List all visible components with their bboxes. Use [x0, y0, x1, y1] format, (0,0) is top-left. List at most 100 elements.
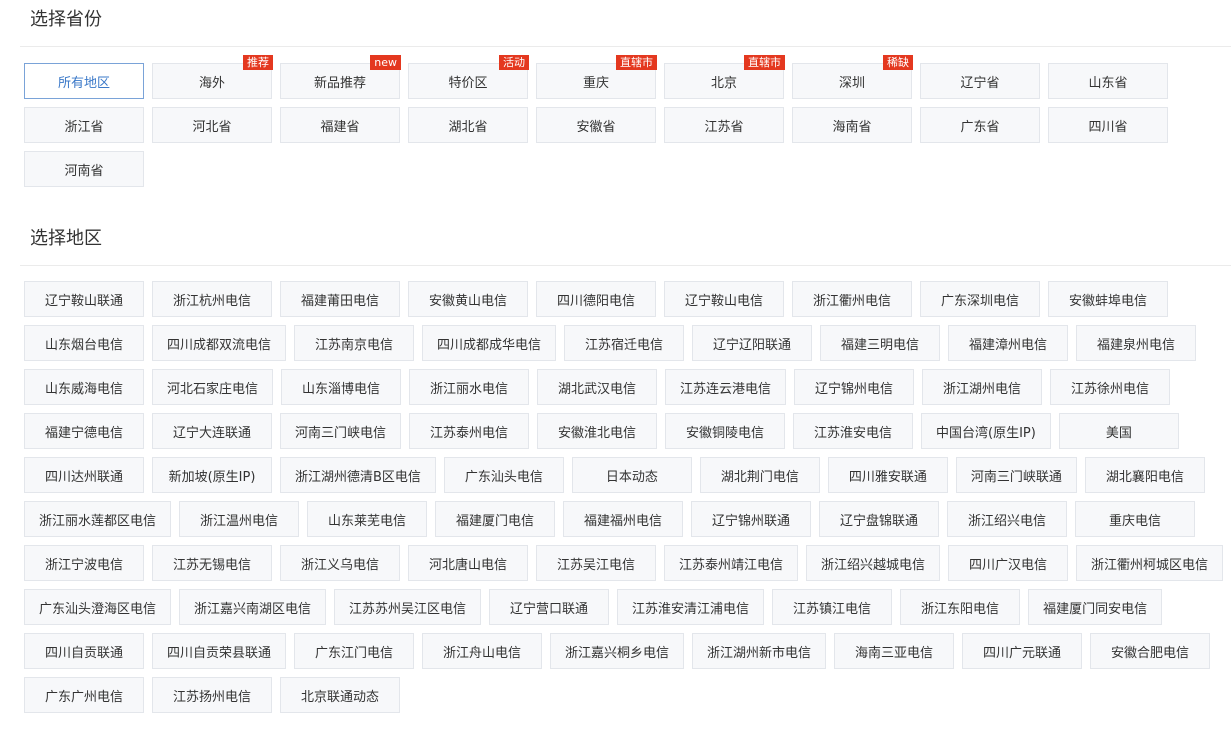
- region-tag[interactable]: 辽宁营口联通: [489, 589, 610, 625]
- region-tag[interactable]: 山东淄博电信: [281, 369, 402, 405]
- region-tag[interactable]: 安徽黄山电信: [408, 281, 528, 317]
- region-tag[interactable]: 四川成都成华电信: [422, 325, 557, 361]
- region-tag[interactable]: 浙江嘉兴南湖区电信: [179, 589, 327, 625]
- region-tag[interactable]: 广东广州电信: [24, 677, 144, 713]
- region-tag[interactable]: 浙江绍兴越城电信: [806, 545, 941, 581]
- region-tag[interactable]: 浙江绍兴电信: [947, 501, 1068, 537]
- province-tag[interactable]: 山东省: [1048, 63, 1168, 99]
- region-tag[interactable]: 福建漳州电信: [948, 325, 1069, 361]
- province-tag[interactable]: 新品推荐 new: [280, 55, 401, 99]
- region-tag[interactable]: 浙江衢州柯城区电信: [1076, 545, 1224, 581]
- region-tag[interactable]: 江苏镇江电信: [772, 589, 893, 625]
- region-tag[interactable]: 广东江门电信: [294, 633, 415, 669]
- region-tag[interactable]: 浙江义乌电信: [280, 545, 400, 581]
- province-tag[interactable]: 安徽省: [536, 107, 656, 143]
- region-tag[interactable]: 湖北襄阳电信: [1084, 457, 1205, 493]
- province-tag[interactable]: 四川省: [1048, 107, 1168, 143]
- region-tag[interactable]: 浙江衢州电信: [792, 281, 912, 317]
- region-tag[interactable]: 辽宁辽阳联通: [692, 325, 813, 361]
- region-tag[interactable]: 山东烟台电信: [24, 325, 144, 361]
- region-tag[interactable]: 浙江东阳电信: [900, 589, 1021, 625]
- region-tag[interactable]: 福建莆田电信: [280, 281, 400, 317]
- province-tag[interactable]: 海南省: [792, 107, 912, 143]
- region-tag[interactable]: 广东汕头澄海区电信: [24, 589, 172, 625]
- province-tag[interactable]: 江苏省: [664, 107, 784, 143]
- region-tag[interactable]: 四川达州联通: [24, 457, 144, 493]
- region-tag[interactable]: 辽宁鞍山电信: [664, 281, 784, 317]
- region-tag[interactable]: 浙江杭州电信: [152, 281, 272, 317]
- region-tag[interactable]: 辽宁鞍山联通: [24, 281, 144, 317]
- province-tag[interactable]: 广东省: [920, 107, 1040, 143]
- region-tag[interactable]: 江苏宿迁电信: [564, 325, 685, 361]
- province-tag[interactable]: 深圳 稀缺: [792, 55, 913, 99]
- region-tag[interactable]: 新加坡(原生IP): [152, 457, 272, 493]
- region-tag[interactable]: 湖北荆门电信: [699, 457, 820, 493]
- province-tag[interactable]: 海外 推荐: [152, 55, 273, 99]
- region-tag[interactable]: 安徽蚌埠电信: [1048, 281, 1168, 317]
- region-tag[interactable]: 四川德阳电信: [536, 281, 656, 317]
- region-tag[interactable]: 福建厦门同安电信: [1028, 589, 1163, 625]
- region-tag[interactable]: 辽宁锦州联通: [691, 501, 812, 537]
- region-tag[interactable]: 江苏吴江电信: [536, 545, 656, 581]
- region-tag[interactable]: 安徽合肥电信: [1090, 633, 1211, 669]
- region-tag[interactable]: 四川自贡荣县联通: [152, 633, 287, 669]
- region-tag[interactable]: 浙江湖州德清B区电信: [280, 457, 436, 493]
- region-tag[interactable]: 江苏南京电信: [294, 325, 415, 361]
- region-tag[interactable]: 江苏连云港电信: [665, 369, 787, 405]
- region-tag[interactable]: 广东汕头电信: [443, 457, 564, 493]
- province-tag[interactable]: 北京 直辖市: [664, 55, 785, 99]
- region-tag[interactable]: 北京联通动态: [280, 677, 400, 713]
- province-tag[interactable]: 所有地区: [24, 63, 144, 99]
- region-tag[interactable]: 江苏徐州电信: [1050, 369, 1171, 405]
- region-tag[interactable]: 江苏扬州电信: [152, 677, 272, 713]
- region-tag[interactable]: 福建宁德电信: [24, 413, 144, 449]
- region-tag[interactable]: 浙江丽水莲都区电信: [24, 501, 172, 537]
- region-tag[interactable]: 广东深圳电信: [920, 281, 1040, 317]
- region-tag[interactable]: 安徽铜陵电信: [665, 413, 786, 449]
- region-tag[interactable]: 重庆电信: [1075, 501, 1196, 537]
- region-tag[interactable]: 四川自贡联通: [24, 633, 144, 669]
- region-tag[interactable]: 河北石家庄电信: [152, 369, 274, 405]
- region-tag[interactable]: 辽宁大连联通: [152, 413, 272, 449]
- region-tag[interactable]: 江苏泰州电信: [409, 413, 530, 449]
- province-tag[interactable]: 重庆 直辖市: [536, 55, 657, 99]
- region-tag[interactable]: 四川雅安联通: [827, 457, 948, 493]
- region-tag[interactable]: 江苏淮安清江浦电信: [617, 589, 765, 625]
- region-tag[interactable]: 浙江湖州电信: [922, 369, 1043, 405]
- region-tag[interactable]: 江苏无锡电信: [152, 545, 272, 581]
- region-tag[interactable]: 日本动态: [571, 457, 692, 493]
- province-tag[interactable]: 湖北省: [408, 107, 528, 143]
- region-tag[interactable]: 浙江丽水电信: [409, 369, 530, 405]
- region-tag[interactable]: 江苏淮安电信: [793, 413, 914, 449]
- region-tag[interactable]: 浙江湖州新市电信: [692, 633, 827, 669]
- province-tag[interactable]: 河北省: [152, 107, 272, 143]
- region-tag[interactable]: 福建福州电信: [563, 501, 684, 537]
- region-tag[interactable]: 四川广元联通: [962, 633, 1083, 669]
- region-tag[interactable]: 浙江舟山电信: [422, 633, 543, 669]
- province-tag[interactable]: 特价区 活动: [408, 55, 529, 99]
- region-tag[interactable]: 浙江温州电信: [179, 501, 300, 537]
- region-tag[interactable]: 四川广汉电信: [948, 545, 1069, 581]
- region-tag[interactable]: 浙江宁波电信: [24, 545, 144, 581]
- region-tag[interactable]: 辽宁盘锦联通: [819, 501, 940, 537]
- region-tag[interactable]: 福建三明电信: [820, 325, 941, 361]
- region-tag[interactable]: 安徽淮北电信: [537, 413, 658, 449]
- region-tag[interactable]: 河北唐山电信: [408, 545, 528, 581]
- region-tag[interactable]: 江苏泰州靖江电信: [664, 545, 799, 581]
- province-tag[interactable]: 福建省: [280, 107, 400, 143]
- region-tag[interactable]: 河南三门峡电信: [280, 413, 402, 449]
- region-tag[interactable]: 福建厦门电信: [435, 501, 556, 537]
- region-tag[interactable]: 山东威海电信: [24, 369, 144, 405]
- region-tag[interactable]: 福建泉州电信: [1076, 325, 1197, 361]
- region-tag[interactable]: 江苏苏州吴江区电信: [334, 589, 482, 625]
- province-tag[interactable]: 河南省: [24, 151, 144, 187]
- region-tag[interactable]: 四川成都双流电信: [152, 325, 287, 361]
- region-tag[interactable]: 浙江嘉兴桐乡电信: [550, 633, 685, 669]
- region-tag[interactable]: 辽宁锦州电信: [794, 369, 915, 405]
- province-tag[interactable]: 辽宁省: [920, 63, 1040, 99]
- region-tag[interactable]: 河南三门峡联通: [955, 457, 1077, 493]
- region-tag[interactable]: 海南三亚电信: [834, 633, 955, 669]
- region-tag[interactable]: 山东莱芜电信: [307, 501, 428, 537]
- region-tag[interactable]: 中国台湾(原生IP): [921, 413, 1051, 449]
- region-tag[interactable]: 湖北武汉电信: [537, 369, 658, 405]
